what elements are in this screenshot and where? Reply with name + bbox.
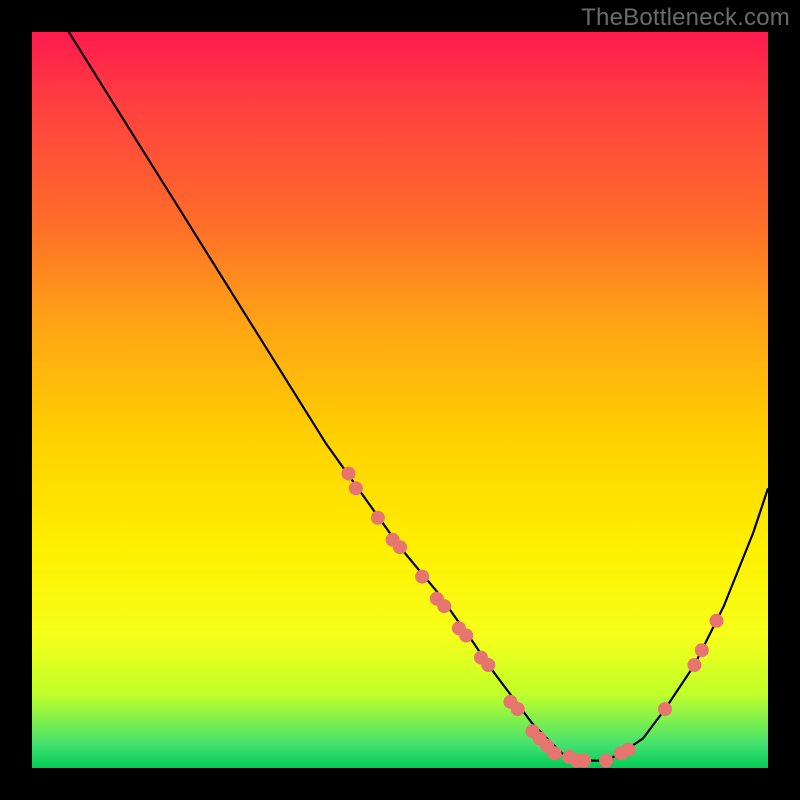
watermark-text: TheBottleneck.com: [581, 4, 790, 32]
data-marker: [371, 511, 385, 525]
data-marker: [658, 702, 672, 716]
data-marker: [548, 746, 562, 760]
curve-layer: [69, 32, 768, 761]
data-marker: [621, 743, 635, 757]
data-marker: [481, 658, 495, 672]
chart-frame: TheBottleneck.com: [0, 0, 800, 800]
data-marker: [577, 754, 591, 768]
data-marker: [695, 643, 709, 657]
data-marker: [437, 599, 451, 613]
data-marker: [342, 467, 356, 481]
data-marker: [511, 702, 525, 716]
data-marker: [599, 754, 613, 768]
bottleneck-curve: [69, 32, 768, 761]
data-marker: [393, 540, 407, 554]
data-marker: [459, 629, 473, 643]
data-marker: [687, 658, 701, 672]
data-marker: [349, 481, 363, 495]
data-marker: [415, 570, 429, 584]
data-marker: [710, 614, 724, 628]
chart-svg: [32, 32, 768, 768]
